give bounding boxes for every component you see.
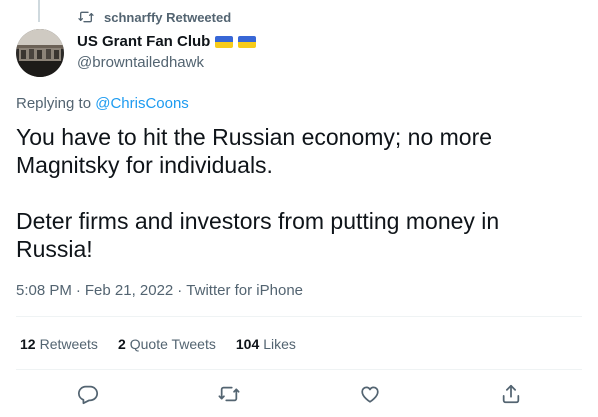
like-icon [359,383,381,405]
author-name-row[interactable]: US Grant Fan Club [77,33,257,50]
tweet-time[interactable]: 5:08 PM [16,282,72,299]
retweets-count: 12 [20,336,36,352]
thread-connector-line [38,0,40,22]
likes-count: 104 [235,336,260,352]
social-context[interactable]: schnarffy Retweeted [78,8,231,26]
divider [16,369,582,370]
quote-tweets-stat[interactable]: 2 Quote Tweets [118,336,216,352]
likes-label: Likes [263,336,296,352]
tweet-text: You have to hit the Russian economy; no … [16,123,576,263]
meta-separator: · [177,282,183,299]
avatar[interactable] [16,29,64,77]
tweet-source[interactable]: Twitter for iPhone [186,282,303,299]
social-context-text: schnarffy Retweeted [104,9,232,25]
tweet-paragraph: You have to hit the Russian economy; no … [16,124,493,178]
engagement-stats: 12 Retweets 2 Quote Tweets 104 Likes [20,336,296,352]
divider [16,316,582,317]
quote-tweets-count: 2 [117,336,126,352]
tweet-metadata: 5:08 PM · Feb 21, 2022 · Twitter for iPh… [16,282,303,299]
replying-to-prefix: Replying to [16,95,92,112]
ukraine-flag-icon [238,35,257,48]
ukraine-flag-icon [215,35,234,48]
share-icon [500,383,522,405]
reply-icon [77,383,99,405]
display-name[interactable]: US Grant Fan Club [77,33,210,50]
reply-mention-link[interactable]: @ChrisCoons [95,95,189,112]
retweet-icon [218,383,240,405]
reply-button[interactable] [76,382,100,406]
tweet-paragraph: Deter firms and investors from putting m… [16,208,500,262]
retweets-stat[interactable]: 12 Retweets [20,336,98,352]
quote-tweets-label: Quote Tweets [129,336,216,352]
retweets-label: Retweets [39,336,98,352]
author-handle[interactable]: @browntailedhawk [77,54,204,71]
replying-to: Replying to @ChrisCoons [16,95,189,112]
like-button[interactable] [358,382,382,406]
meta-separator: · [75,282,81,299]
share-button[interactable] [499,382,523,406]
likes-stat[interactable]: 104 Likes [236,336,296,352]
retweet-button[interactable] [217,382,241,406]
tweet-date[interactable]: Feb 21, 2022 [85,282,173,299]
retweet-icon [78,9,94,25]
